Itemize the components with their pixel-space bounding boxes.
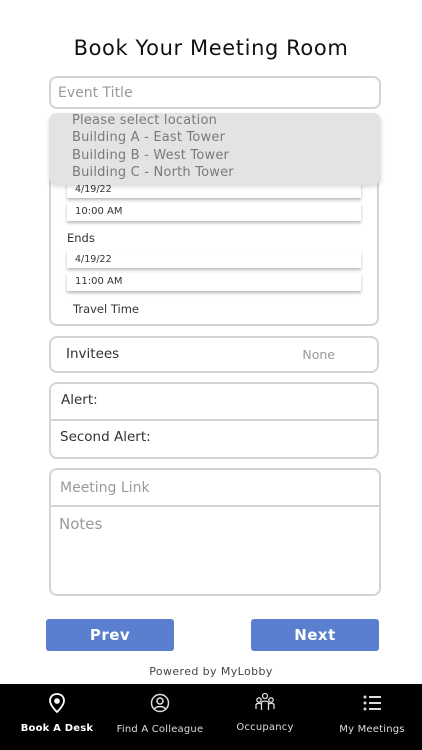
invitees-value: None [302, 347, 335, 362]
next-button[interactable]: Next [251, 619, 379, 651]
tab-label-find-a-colleague: Find A Colleague [116, 724, 204, 735]
list-icon [361, 692, 383, 714]
location-option-placeholder[interactable]: Please select location [72, 113, 217, 128]
alert-item[interactable]: Alert: [61, 392, 98, 408]
notes-divider [51, 505, 379, 507]
location-pin-icon [46, 692, 68, 714]
group-icon [254, 691, 276, 713]
tab-my-meetings[interactable]: My Meetings [322, 684, 422, 750]
invitees-row[interactable]: Invitees None [49, 336, 379, 373]
alerts-panel: Alert: Second Alert: [49, 382, 379, 459]
event-title-input[interactable]: Event Title [49, 76, 381, 109]
alerts-divider [51, 419, 377, 421]
location-option-building-b[interactable]: Building B - West Tower [72, 148, 229, 163]
tab-label-my-meetings: My Meetings [339, 724, 405, 735]
bottom-tab-bar: Book A Desk Find A Colleague Occupancy M… [0, 684, 422, 750]
person-circle-icon [149, 692, 171, 714]
end-time-field[interactable]: 11:00 AM [67, 273, 361, 291]
event-title-placeholder: Event Title [58, 85, 133, 101]
tab-occupancy[interactable]: Occupancy [210, 684, 320, 750]
tab-label-occupancy: Occupancy [236, 722, 294, 733]
invitees-label: Invitees [66, 346, 120, 362]
link-notes-panel: Meeting Link Notes [49, 468, 381, 596]
travel-time-item[interactable]: Travel Time [73, 302, 139, 316]
second-alert-item[interactable]: Second Alert: [60, 429, 151, 445]
location-dropdown[interactable]: Please select location Building A - East… [49, 113, 381, 185]
powered-by-footer: Powered by MyLobby [149, 665, 273, 678]
page-title: Book Your Meeting Room [73, 36, 349, 60]
tab-book-a-desk[interactable]: Book A Desk [0, 684, 114, 750]
tab-find-a-colleague[interactable]: Find A Colleague [114, 684, 206, 750]
tab-label-book-a-desk: Book A Desk [20, 723, 94, 734]
end-date-field[interactable]: 4/19/22 [67, 251, 361, 268]
ends-label: Ends [67, 231, 95, 245]
meeting-link-input[interactable]: Meeting Link [60, 480, 150, 496]
location-option-building-a[interactable]: Building A - East Tower [72, 130, 225, 145]
prev-button[interactable]: Prev [46, 619, 174, 651]
notes-textarea[interactable]: Notes [59, 515, 102, 533]
location-option-building-c[interactable]: Building C - North Tower [72, 165, 234, 180]
start-time-field[interactable]: 10:00 AM [67, 203, 361, 221]
